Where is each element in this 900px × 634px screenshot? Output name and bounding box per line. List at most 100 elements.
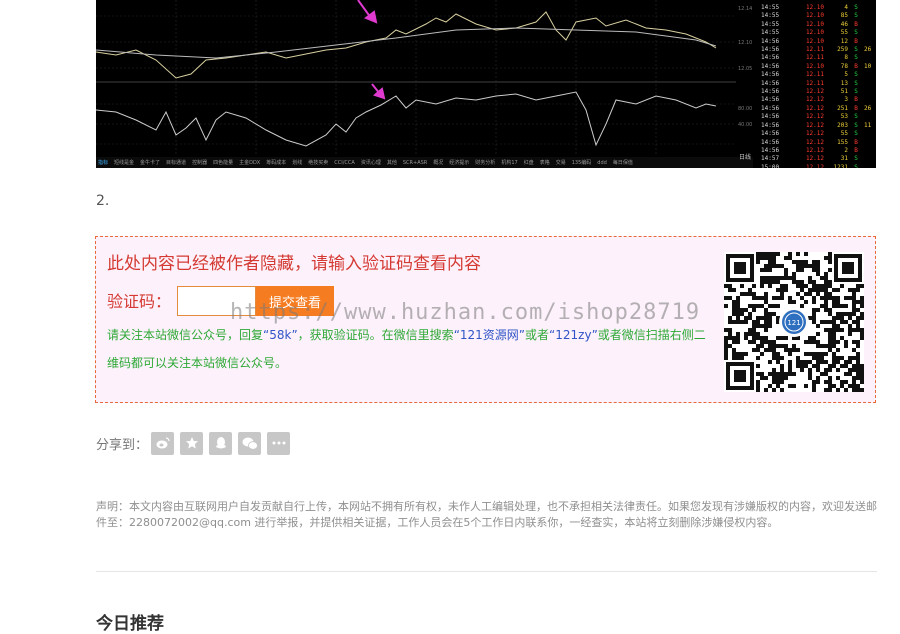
indicator-tab: 135编码 [571, 160, 592, 166]
trade-volume: 31 [840, 155, 848, 163]
trade-volume: 203 [837, 121, 848, 129]
trade-volume: 85 [840, 12, 848, 20]
trade-direction: S [854, 155, 858, 163]
qr-logo-text: 121 [787, 319, 800, 327]
indicator-tab: 财务分析 [475, 160, 496, 166]
indicator-tab: 每日保值 [612, 160, 633, 166]
trade-price: 12.10 [805, 62, 824, 70]
trade-time: 14:56 [761, 62, 780, 70]
trade-volume: 12 [840, 37, 848, 45]
trade-direction: S [854, 46, 858, 54]
indicator-tab: SCR+ASR [402, 159, 428, 166]
instruction-part: 请关注本站微信公众号，回复 [107, 328, 264, 342]
trade-volume: 1231 [833, 163, 848, 168]
trade-time: 14:56 [761, 113, 780, 121]
trade-volume: 78 [840, 62, 848, 70]
trade-extra [864, 147, 874, 155]
trade-price: 12.12 [805, 104, 824, 112]
trade-direction: S [854, 12, 858, 20]
copyright-disclaimer: 声明：本文内容由互联网用户自发贡献自行上传，本网站不拥有所有权，未作人工编辑处理… [96, 500, 877, 529]
trade-extra [864, 21, 874, 29]
trade-price: 12.11 [805, 79, 824, 87]
share-qq-button[interactable] [209, 431, 233, 455]
reply-keyword: “58k” [263, 328, 298, 342]
indicator-tab: 指标 [98, 160, 109, 166]
trade-price: 12.11 [805, 54, 824, 62]
trade-direction: B [854, 146, 858, 154]
trade-price: 12.12 [805, 163, 824, 168]
verification-code-label: 验证码： [107, 292, 172, 311]
trade-direction: B [854, 96, 858, 104]
trade-extra [864, 96, 874, 104]
trade-time: 14:56 [761, 88, 780, 96]
trade-extra [864, 88, 874, 96]
share-more-button[interactable] [267, 431, 291, 455]
trade-extra [864, 38, 874, 46]
share-weibo-button[interactable] [151, 431, 175, 455]
trade-extra [864, 54, 874, 62]
wechat-icon [242, 437, 258, 450]
trade-extra: 26 [864, 46, 872, 54]
share-label: 分享到： [96, 437, 149, 453]
instruction-part: 或者 [525, 328, 550, 342]
trade-direction: S [854, 54, 858, 62]
trade-direction: S [854, 88, 858, 96]
trade-extra [864, 71, 874, 79]
trade-price: 12.12 [805, 113, 824, 121]
trade-price: 12.12 [805, 121, 824, 129]
trade-direction: S [854, 113, 858, 121]
trade-price: 12.12 [805, 146, 824, 154]
trade-extra [864, 164, 874, 168]
trade-volume: 5 [844, 71, 848, 79]
trade-direction: B [854, 104, 858, 112]
indicator-tab: 绝技买卖 [308, 160, 329, 166]
trade-volume: 55 [840, 130, 848, 138]
trade-extra [864, 139, 874, 147]
trade-direction: S [854, 71, 858, 79]
trade-time: 14:56 [761, 37, 780, 45]
indicator-tab: 划线 [292, 160, 303, 166]
weibo-icon [156, 437, 170, 449]
indicator-tab: 概况 [433, 160, 444, 166]
indicator-tab: 主金DDX [239, 160, 261, 166]
trade-time: 14:56 [761, 79, 780, 87]
trade-time: 14:55 [761, 4, 780, 11]
trade-direction: B [854, 138, 858, 146]
trade-volume: 4 [844, 4, 848, 11]
trade-volume: 2 [844, 146, 848, 154]
trade-direction: B [854, 62, 858, 70]
trade-time: 14:56 [761, 46, 780, 54]
trade-direction: S [854, 121, 858, 129]
trade-direction: S [854, 29, 858, 37]
trade-extra: 11 [864, 121, 872, 129]
svg-text:12.05: 12.05 [738, 66, 752, 72]
watermark-url: https://www.huzhan.com/ishop28719 [230, 300, 701, 325]
trade-time: 14:56 [761, 54, 780, 62]
trade-time: 14:56 [761, 71, 780, 79]
trade-volume: 8 [844, 54, 848, 62]
svg-text:12.10: 12.10 [738, 40, 752, 46]
trade-time-column: 14:55 14:55 14:55 14:55 14:56 14:56 14:56 14:56… [761, 4, 795, 168]
indicator-tab: 四色能量 [213, 160, 234, 166]
trade-price: 12.10 [805, 37, 824, 45]
site-id: “121zy” [549, 328, 598, 342]
trade-direction-column: SSBSBSSBSSSBBSSSBBSS [852, 4, 860, 168]
trade-time: 14:55 [761, 20, 780, 28]
trade-price: 12.10 [805, 12, 824, 20]
share-wechat-button[interactable] [238, 431, 262, 455]
trade-time: 14:56 [761, 146, 780, 154]
trade-price: 12.10 [805, 20, 824, 28]
share-favorite-button[interactable] [180, 431, 204, 455]
trade-volume: 155 [837, 138, 848, 146]
trade-price: 12.12 [805, 96, 824, 104]
wechat-qr-code: 121 [724, 252, 864, 392]
indicator-tab: 红盘 [523, 160, 534, 166]
trade-price: 12.12 [805, 138, 824, 146]
trade-direction: S [854, 79, 858, 87]
trade-volume: 251 [837, 104, 848, 112]
trade-volume: 3 [844, 96, 848, 104]
trade-volume: 53 [840, 113, 848, 121]
step-number: 2. [96, 193, 110, 209]
trade-time: 14:56 [761, 121, 780, 129]
trade-price: 12.11 [805, 71, 824, 79]
